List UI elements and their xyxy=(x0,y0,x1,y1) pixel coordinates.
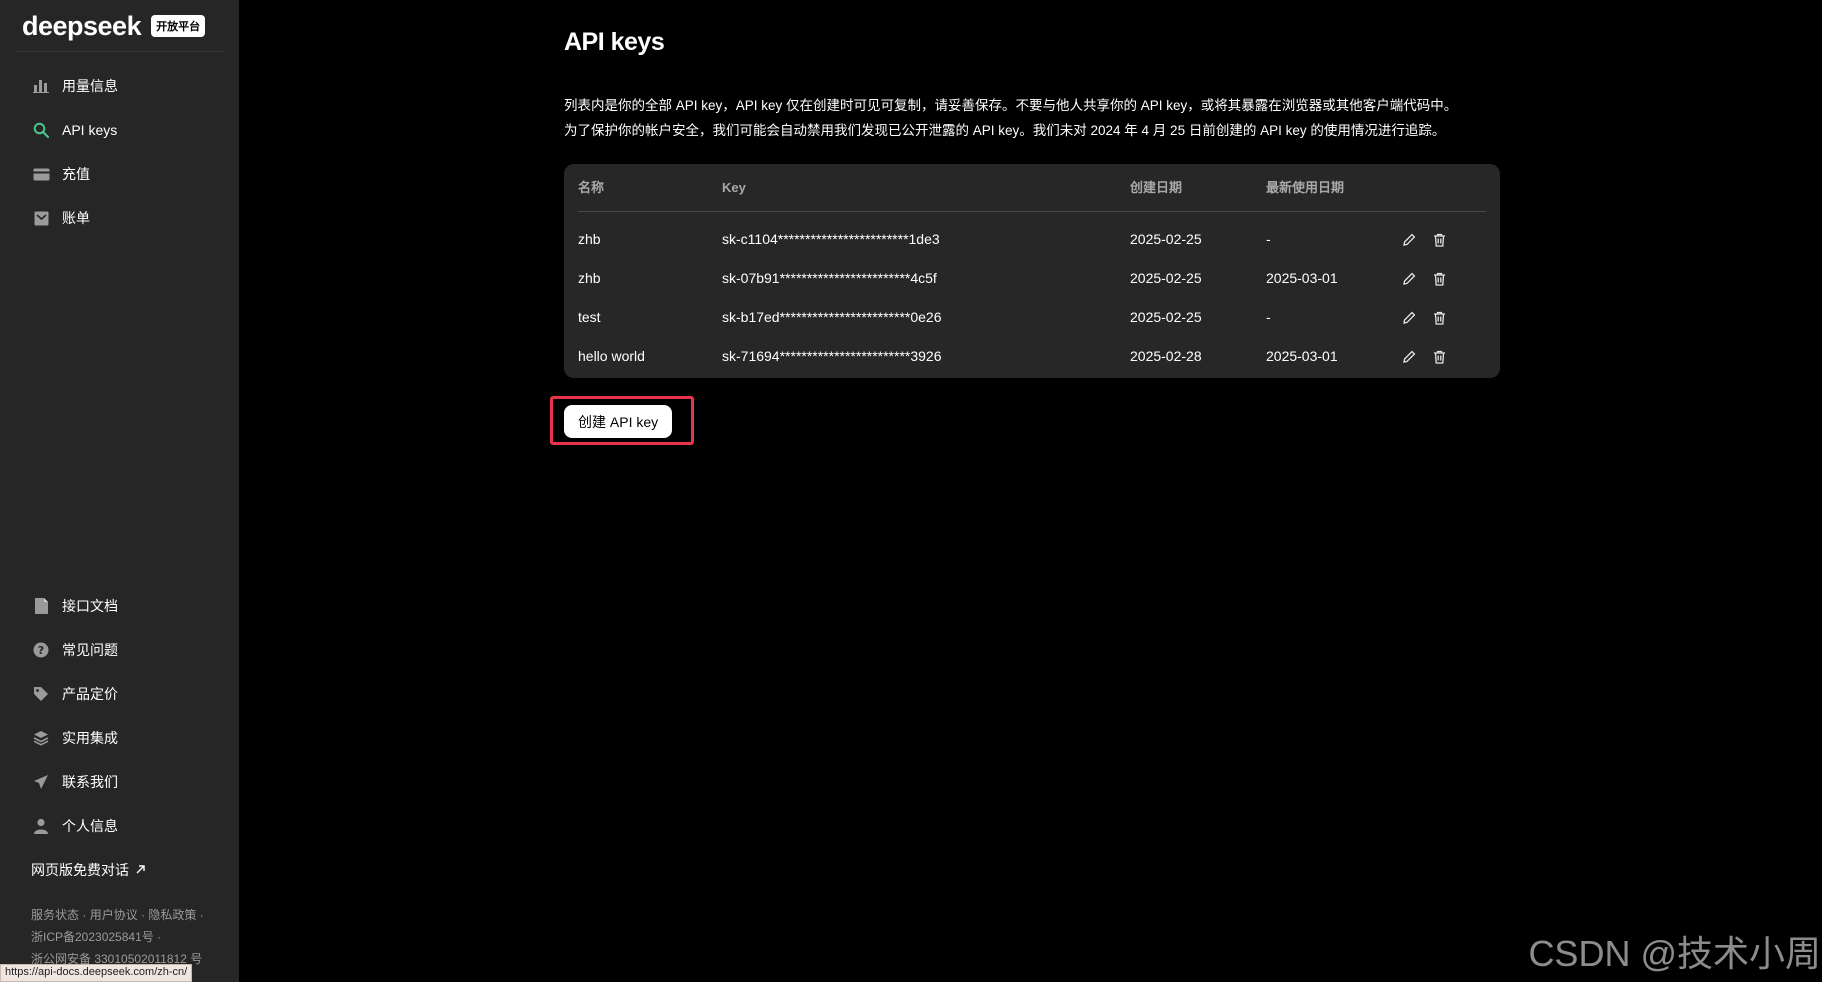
create-button-highlight: 创建 API key xyxy=(550,396,694,445)
user-agreement-link[interactable]: 用户协议 xyxy=(90,908,138,922)
edit-icon[interactable] xyxy=(1400,309,1418,327)
layers-icon xyxy=(32,729,50,747)
sidebar-nav-top: 用量信息 API keys 充值 账单 xyxy=(0,64,239,240)
delete-icon[interactable] xyxy=(1430,348,1448,366)
cell-last-used: 2025-03-01 xyxy=(1266,348,1338,364)
description-line-1: 列表内是你的全部 API key，API key 仅在创建时可见可复制，请妥善保… xyxy=(564,98,1458,113)
sidebar-item-pricing[interactable]: 产品定价 xyxy=(0,672,239,716)
sidebar-item-profile[interactable]: 个人信息 xyxy=(0,804,239,848)
icp-link[interactable]: 浙ICP备2023025841号 xyxy=(31,930,154,944)
description-line-2: 为了保护你的帐户安全，我们可能会自动禁用我们发现已公开泄露的 API key。我… xyxy=(564,123,1446,138)
sidebar-item-label: API keys xyxy=(62,122,118,138)
cell-key: sk-b17ed************************0e26 xyxy=(722,309,942,325)
table-row: zhb sk-c1104************************1de3… xyxy=(578,220,1486,259)
delete-icon[interactable] xyxy=(1430,309,1448,327)
web-chat-label: 网页版免费对话 xyxy=(31,862,129,878)
sidebar-item-recharge[interactable]: 充值 xyxy=(0,152,239,196)
sidebar-item-label: 用量信息 xyxy=(62,78,118,94)
table-row: hello world sk-71694********************… xyxy=(578,337,1486,376)
sidebar-nav-bottom: 接口文档 ? 常见问题 产品定价 实用集成 联系我们 个人信息 xyxy=(0,584,239,848)
page-title: API keys xyxy=(564,28,665,56)
logo-badge: 开放平台 xyxy=(151,15,206,37)
table-header: 名称 Key 创建日期 最新使用日期 xyxy=(578,164,1486,212)
bar-chart-icon xyxy=(32,77,50,95)
web-chat-link[interactable]: 网页版免费对话 xyxy=(31,860,146,880)
window-edge xyxy=(1822,0,1827,982)
logo[interactable]: deepseek 开放平台 xyxy=(22,8,222,44)
sidebar-item-api-keys[interactable]: API keys xyxy=(0,108,239,152)
sidebar: deepseek 开放平台 用量信息 API keys 充值 账单 接口文档 ?… xyxy=(0,0,239,982)
sidebar-item-label: 账单 xyxy=(62,210,90,226)
create-api-key-button[interactable]: 创建 API key xyxy=(564,405,673,438)
cell-created: 2025-02-25 xyxy=(1130,270,1202,286)
watermark: CSDN @技术小周 xyxy=(1528,933,1821,974)
cell-name: hello world xyxy=(578,348,645,364)
cell-created: 2025-02-28 xyxy=(1130,348,1202,364)
cell-key: sk-71694************************3926 xyxy=(722,348,942,364)
header-last-used: 最新使用日期 xyxy=(1266,180,1345,195)
cell-key: sk-07b91************************4c5f xyxy=(722,270,937,286)
external-link-icon xyxy=(135,862,146,878)
page-description: 列表内是你的全部 API key，API key 仅在创建时可见可复制，请妥善保… xyxy=(564,93,1524,143)
logo-divider xyxy=(16,51,224,52)
cell-name: zhb xyxy=(578,270,601,286)
header-created: 创建日期 xyxy=(1130,180,1183,195)
row-actions xyxy=(1400,298,1448,337)
document-icon xyxy=(32,597,50,615)
sidebar-item-faq[interactable]: ? 常见问题 xyxy=(0,628,239,672)
cell-created: 2025-02-25 xyxy=(1130,231,1202,247)
row-actions xyxy=(1400,259,1448,298)
bill-icon xyxy=(32,209,50,227)
cell-last-used: 2025-03-01 xyxy=(1266,270,1338,286)
sidebar-item-label: 充值 xyxy=(62,166,90,182)
sidebar-item-usage[interactable]: 用量信息 xyxy=(0,64,239,108)
cell-last-used: - xyxy=(1266,231,1271,247)
sidebar-item-integrations[interactable]: 实用集成 xyxy=(0,716,239,760)
edit-icon[interactable] xyxy=(1400,231,1418,249)
header-key: Key xyxy=(722,180,746,195)
search-icon xyxy=(32,121,50,139)
cell-created: 2025-02-25 xyxy=(1130,309,1202,325)
user-icon xyxy=(32,817,50,835)
service-status-link[interactable]: 服务状态 xyxy=(31,908,79,922)
row-actions xyxy=(1400,220,1448,259)
cell-name: test xyxy=(578,309,601,325)
card-icon xyxy=(32,165,50,183)
send-icon xyxy=(32,773,50,791)
edit-icon[interactable] xyxy=(1400,348,1418,366)
sidebar-item-label: 常见问题 xyxy=(62,642,118,658)
sidebar-item-bill[interactable]: 账单 xyxy=(0,196,239,240)
sidebar-item-label: 实用集成 xyxy=(62,730,118,746)
tag-icon xyxy=(32,685,50,703)
sidebar-item-label: 联系我们 xyxy=(62,774,118,790)
sidebar-item-contact[interactable]: 联系我们 xyxy=(0,760,239,804)
sidebar-item-label: 个人信息 xyxy=(62,818,118,834)
cell-name: zhb xyxy=(578,231,601,247)
question-icon: ? xyxy=(32,641,50,659)
delete-icon[interactable] xyxy=(1430,270,1448,288)
api-keys-table: 名称 Key 创建日期 最新使用日期 zhb sk-c1104*********… xyxy=(564,164,1500,378)
table-row: test sk-b17ed************************0e2… xyxy=(578,298,1486,337)
table-row: zhb sk-07b91************************4c5f… xyxy=(578,259,1486,298)
row-actions xyxy=(1400,337,1448,376)
privacy-policy-link[interactable]: 隐私政策 xyxy=(148,908,196,922)
footer-links: 服务状态 · 用户协议 · 隐私政策 · 浙ICP备2023025841号 · … xyxy=(31,908,204,966)
svg-text:?: ? xyxy=(38,644,44,657)
app-window: deepseek 开放平台 用量信息 API keys 充值 账单 接口文档 ?… xyxy=(0,0,1827,982)
logo-text: deepseek xyxy=(22,10,142,41)
cell-last-used: - xyxy=(1266,309,1271,325)
cell-key: sk-c1104************************1de3 xyxy=(722,231,940,247)
header-name: 名称 xyxy=(578,180,605,195)
sidebar-item-docs[interactable]: 接口文档 xyxy=(0,584,239,628)
browser-status-url: https://api-docs.deepseek.com/zh-cn/ xyxy=(0,964,193,982)
sidebar-item-label: 产品定价 xyxy=(62,686,118,702)
edit-icon[interactable] xyxy=(1400,270,1418,288)
delete-icon[interactable] xyxy=(1430,231,1448,249)
sidebar-item-label: 接口文档 xyxy=(62,598,118,614)
